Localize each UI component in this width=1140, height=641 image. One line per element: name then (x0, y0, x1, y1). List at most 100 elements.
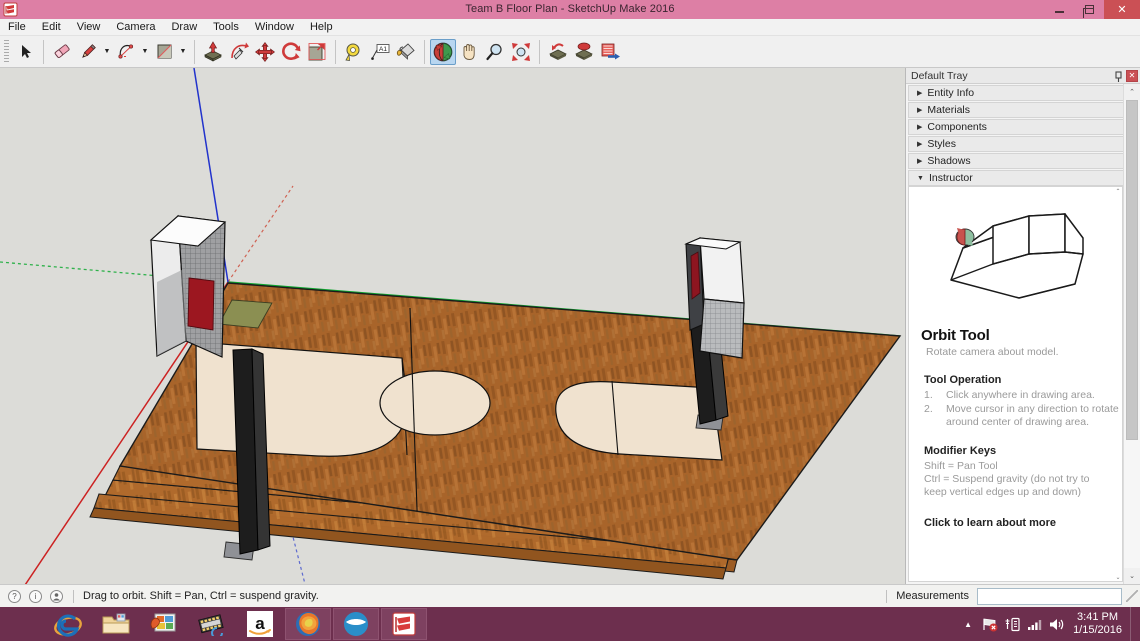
close-button[interactable]: ✕ (1104, 0, 1140, 19)
panel-label: Styles (927, 138, 956, 150)
instructor-scroll-down[interactable]: ⌄ (1113, 572, 1123, 582)
tray-close-button[interactable]: ✕ (1126, 69, 1138, 82)
menu-draw[interactable]: Draw (163, 19, 205, 36)
instructor-scroll-up[interactable]: ⌃ (1113, 186, 1123, 196)
chevron-right-icon: ▶ (917, 90, 923, 97)
toolbar-separator (43, 39, 44, 64)
taskbar-sketchup[interactable] (381, 608, 427, 640)
left-key-area (195, 341, 408, 457)
account-icon[interactable] (50, 589, 63, 603)
maximize-button[interactable] (1074, 0, 1104, 19)
modifier-line-shift: Shift = Pan Tool (924, 460, 998, 472)
tray-panel-materials[interactable]: ▶ Materials ✕ (908, 102, 1138, 118)
tray-panel-instructor[interactable]: ▼ Instructor ✕ (908, 170, 1138, 186)
followme-tool-button[interactable] (226, 39, 252, 65)
rectangle-tool-button[interactable] (151, 39, 177, 65)
tray-header: Default Tray ✕ (906, 68, 1140, 84)
magnifier-icon (486, 43, 502, 60)
minimize-button[interactable] (1044, 0, 1074, 19)
panel-label: Components (927, 121, 987, 133)
line-tool-button[interactable] (75, 39, 101, 65)
panel-label: Shadows (927, 155, 971, 167)
taskbar-file-explorer[interactable] (93, 608, 139, 640)
menu-view[interactable]: View (69, 19, 109, 36)
chevron-right-icon: ▶ (917, 141, 923, 148)
menu-file[interactable]: File (0, 19, 34, 36)
svg-text:a: a (255, 614, 265, 633)
zoom-extents-tool-button[interactable] (508, 39, 534, 65)
show-desktop-button[interactable] (1130, 607, 1136, 641)
tool-operation-steps: 1. Click anywhere in drawing area. 2. Mo… (924, 389, 1122, 429)
step-number: 2. (924, 403, 933, 415)
select-tool-button[interactable] (12, 39, 38, 65)
info-icon[interactable]: i (29, 589, 42, 603)
show-hidden-icons-button[interactable]: ▲ (957, 607, 979, 641)
pan-tool-button[interactable] (456, 39, 482, 65)
eraser-tool-button[interactable] (49, 39, 75, 65)
action-center-icon[interactable] (1001, 607, 1023, 641)
menu-camera[interactable]: Camera (108, 19, 163, 36)
measurements-label: Measurements (896, 590, 969, 602)
rotate-tool-button[interactable] (278, 39, 304, 65)
learn-more-link[interactable]: Click to learn about more (924, 517, 1122, 529)
arc-tool-button[interactable] (113, 39, 139, 65)
left-backboard-target (187, 277, 215, 331)
tape-measure-tool-button[interactable] (341, 39, 367, 65)
tray-panel-entity-info[interactable]: ▶ Entity Info ✕ (908, 85, 1138, 101)
menu-window[interactable]: Window (247, 19, 302, 36)
zoom-tool-button[interactable] (482, 39, 508, 65)
tray-scrollbar[interactable]: ⌃ ⌄ (1123, 84, 1140, 584)
measurements-input[interactable] (977, 587, 1122, 605)
tray-panel-styles[interactable]: ▶ Styles ✕ (908, 136, 1138, 152)
menu-edit[interactable]: Edit (34, 19, 69, 36)
toolbar-grip[interactable] (4, 39, 9, 64)
line-tool-dropdown[interactable]: ▼ (101, 39, 113, 65)
next-view-button[interactable] (571, 39, 597, 65)
menu-help[interactable]: Help (302, 19, 341, 36)
toolbar-separator (335, 39, 336, 64)
chevron-down-icon: ▼ (917, 174, 924, 182)
orbit-cursor-marker (955, 228, 975, 246)
tray-scroll-thumb[interactable] (1126, 100, 1138, 440)
taskbar-clock[interactable]: 3:41 PM 1/15/2016 (1067, 611, 1130, 637)
previous-view-button[interactable] (545, 39, 571, 65)
signal-icon[interactable] (1023, 607, 1045, 641)
drawing-canvas[interactable] (0, 68, 905, 584)
paint-bucket-icon (396, 42, 415, 60)
step-number: 1. (924, 389, 933, 401)
tray-scroll-up-button[interactable]: ⌃ (1124, 84, 1140, 100)
taskbar-firefox[interactable] (285, 608, 331, 640)
volume-icon[interactable] (1045, 607, 1067, 641)
instructor-scrollbar[interactable]: ⌃ ⌄ (1113, 186, 1123, 582)
amazon-a-icon: a (247, 611, 273, 637)
paint-bucket-tool-button[interactable] (393, 39, 419, 65)
network-warning-icon[interactable] (979, 607, 1001, 641)
tray-panel-components[interactable]: ▶ Components ✕ (908, 119, 1138, 135)
taskbar-photo-gallery[interactable] (141, 608, 187, 640)
tray-panel-shadows[interactable]: ▶ Shadows ✕ (908, 153, 1138, 169)
arc-tool-dropdown[interactable]: ▼ (139, 39, 151, 65)
taskbar-openoffice[interactable] (333, 608, 379, 640)
window-resize-grip[interactable] (1126, 590, 1138, 602)
windows-taskbar: a ▲ 3:41 PM 1/15/2016 (0, 607, 1140, 641)
taskbar-internet-explorer[interactable] (45, 608, 91, 640)
context-help-icon[interactable]: ? (8, 589, 21, 603)
next-view-icon (575, 42, 593, 60)
tray-scroll-down-button[interactable]: ⌄ (1124, 568, 1140, 584)
scale-tool-button[interactable] (304, 39, 330, 65)
pushpull-tool-button[interactable] (200, 39, 226, 65)
warehouse-button[interactable] (597, 39, 623, 65)
rectangle-icon (157, 44, 171, 59)
text-tool-button[interactable]: A1 (367, 39, 393, 65)
instructor-title: Orbit Tool (921, 327, 990, 344)
taskbar-amazon[interactable]: a (237, 608, 283, 640)
pin-icon[interactable] (1113, 70, 1124, 82)
start-button[interactable] (0, 607, 44, 641)
eraser-icon (54, 44, 70, 58)
rectangle-tool-dropdown[interactable]: ▼ (177, 39, 189, 65)
taskbar-movie-maker[interactable] (189, 608, 235, 640)
status-bar: ? i Drag to orbit. Shift = Pan, Ctrl = s… (0, 584, 1140, 607)
move-tool-button[interactable] (252, 39, 278, 65)
menu-tools[interactable]: Tools (205, 19, 247, 36)
orbit-tool-button[interactable] (430, 38, 456, 65)
